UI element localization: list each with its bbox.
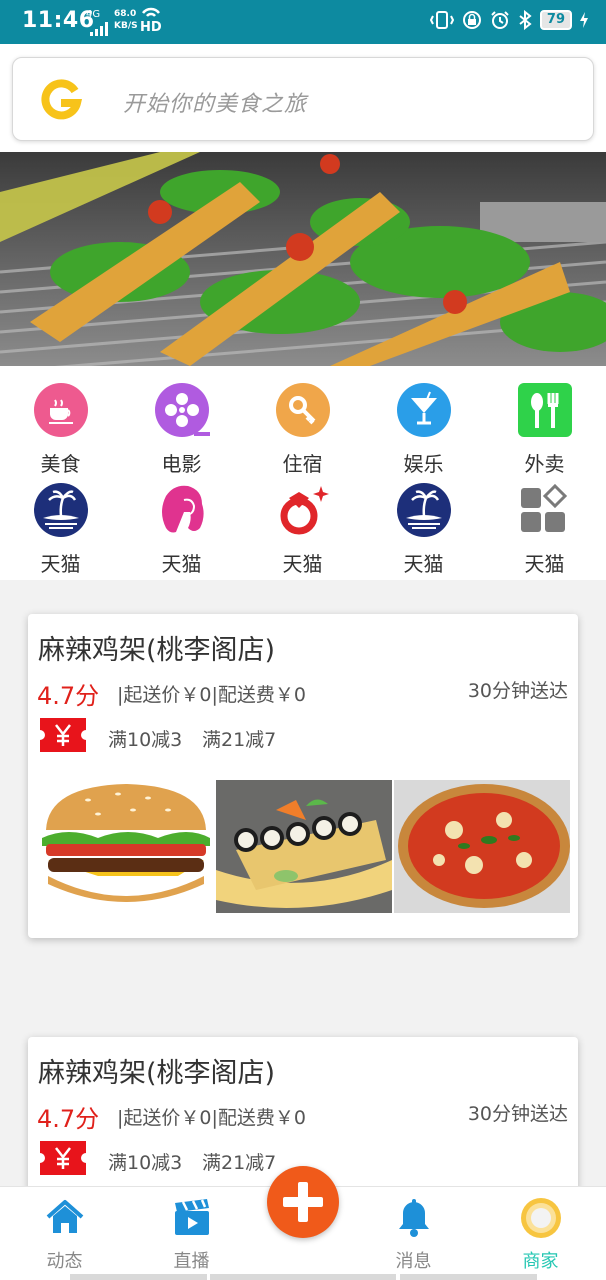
shop-name: 麻辣鸡架(桃李阁店) [38,635,276,666]
g-logo-icon [41,79,83,120]
category-label: 天猫 [161,552,202,576]
category-hotel[interactable]: 住宿 [242,366,363,476]
battery-level: 79 [539,10,572,30]
category-takeout[interactable]: 外卖 [484,366,605,476]
film-reel-icon [155,383,210,437]
palm-island-icon [397,483,451,537]
home-icon [46,1200,84,1233]
network-type: 4G [86,9,101,20]
category-tmall-2[interactable]: 天猫 [121,466,242,576]
shop-fee: |起送价￥0|配送费￥0 [117,684,306,706]
plus-icon [283,1182,323,1222]
nav-item-feed[interactable]: 动态 [4,1187,125,1280]
woman-face-icon [162,485,204,533]
nav-item-live[interactable]: 直播 [131,1187,252,1280]
category-label: 天猫 [282,552,323,576]
app-screen: 11:46 4G 68.0 KB/S HD 79 开始你的美食之旅 美食 电影 … [0,0,606,1280]
utensils-icon [518,383,572,437]
nav-label: 直播 [173,1251,210,1272]
shop-rating: 4.7分 [37,682,100,710]
nav-label: 动态 [46,1251,83,1272]
category-entertainment[interactable]: 娱乐 [363,366,484,476]
gesture-bar [70,1274,207,1280]
category-food[interactable]: 美食 [0,366,121,476]
shop-name: 麻辣鸡架(桃李阁店) [38,1058,276,1089]
promo-tag: 满21减7 [202,729,277,751]
yen-coupon-icon [40,718,86,752]
network-speed-unit: KB/S [114,21,138,31]
shop-fee: |起送价￥0|配送费￥0 [117,1107,306,1129]
category-tmall-5[interactable]: 天猫 [484,466,605,576]
promo-tag: 满21减7 [202,1152,277,1174]
vibrate-icon [429,11,454,29]
bluetooth-icon [519,10,532,30]
hd-indicator: HD [140,20,162,35]
delivery-time: 30分钟送达 [467,1103,568,1125]
alarm-icon [491,11,509,29]
status-bar: 11:46 4G 68.0 KB/S HD 79 [0,0,606,44]
category-label: 天猫 [40,552,81,576]
status-time: 11:46 [22,8,95,33]
category-movie[interactable]: 电影 [121,366,242,476]
coffee-icon [34,383,88,437]
search-input[interactable]: 开始你的美食之旅 [123,86,307,118]
bell-icon [399,1199,429,1237]
shop-card[interactable]: 麻辣鸡架(桃李阁店) 4.7分 |起送价￥0|配送费￥0 30分钟送达 满10减… [28,614,578,938]
banner-image-shrimp[interactable] [0,152,606,366]
wifi-icon [142,7,160,17]
shop-rating: 4.7分 [37,1105,100,1133]
banner-food-image [0,152,606,366]
search-header: 开始你的美食之旅 [0,44,606,152]
add-button[interactable] [267,1166,339,1238]
pizza-photo[interactable] [394,780,570,913]
key-icon [276,383,330,437]
sushi-photo[interactable] [216,780,392,913]
charging-icon [580,12,588,28]
burger-photo[interactable] [38,780,214,913]
delivery-time: 30分钟送达 [467,680,568,702]
category-label: 天猫 [403,552,444,576]
nav-item-merchant[interactable]: 商家 [480,1187,601,1280]
nav-label-active: 商家 [522,1251,559,1272]
gesture-bar [400,1274,537,1280]
ring-icon [280,486,329,535]
status-right-group: 79 [429,10,588,30]
grid-blocks-icon [521,483,568,532]
promo-tag: 满10减3 [108,729,183,751]
nav-item-messages[interactable]: 消息 [353,1187,474,1280]
network-speed-value: 68.0 [114,9,137,19]
lock-rotate-icon [462,11,481,29]
palm-island-icon [34,483,88,537]
search-bar[interactable]: 开始你的美食之旅 [12,57,594,141]
yen-coupon-icon [40,1141,86,1175]
merchant-circle-icon [521,1198,561,1238]
promo-tag: 满10减3 [108,1152,183,1174]
category-tmall-3[interactable]: 天猫 [242,466,363,576]
category-label: 天猫 [524,552,565,576]
signal-icon [90,22,108,36]
nav-label: 消息 [395,1251,432,1272]
cocktail-icon [397,383,451,437]
category-tmall-4[interactable]: 天猫 [363,466,484,576]
category-grid: 美食 电影 住宿 娱乐 外卖 天猫 天猫 天猫 天猫 天猫 [0,366,606,580]
gesture-bar [210,1274,396,1280]
clapperboard-icon [175,1199,209,1235]
shop-photos [38,780,570,913]
category-tmall-1[interactable]: 天猫 [0,466,121,576]
